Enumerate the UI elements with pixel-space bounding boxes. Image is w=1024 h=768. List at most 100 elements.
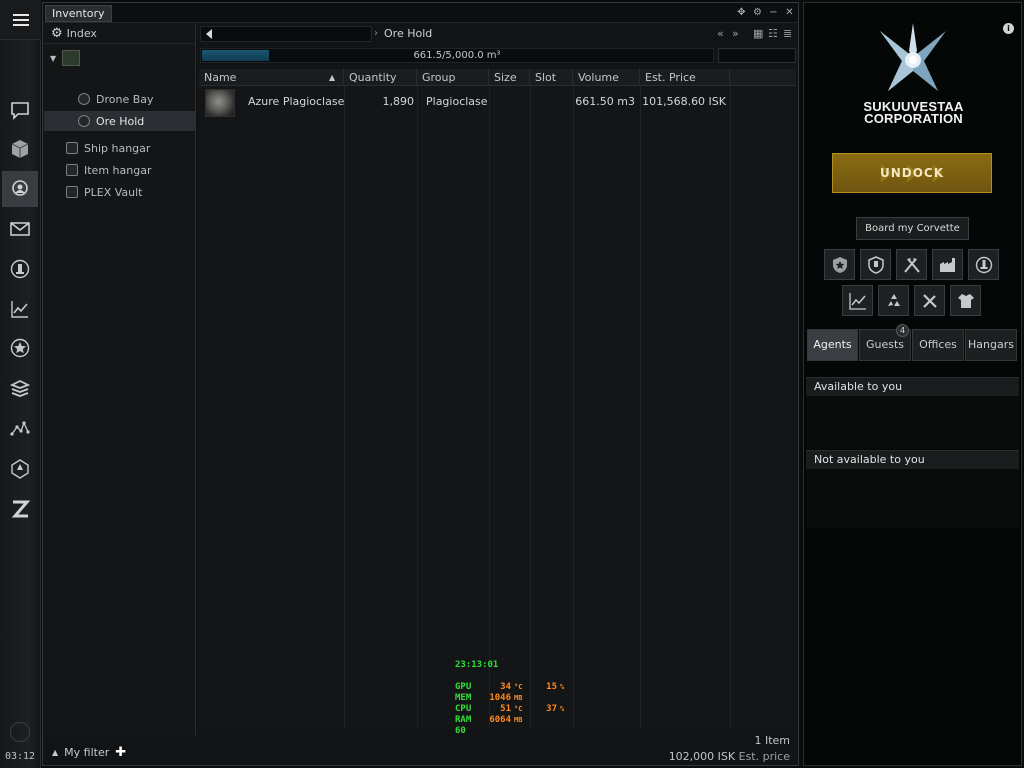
column-header-group[interactable]: Group bbox=[417, 69, 489, 86]
icon-view-icon[interactable]: ▦ bbox=[753, 27, 763, 40]
tree-item-ore-hold[interactable]: Ore Hold bbox=[44, 111, 196, 131]
available-agents-header[interactable]: Available to you bbox=[806, 377, 1019, 395]
overlay-u: °C bbox=[514, 683, 523, 691]
add-filter-icon[interactable]: ✚ bbox=[115, 745, 126, 760]
item-table: Name ▲ Quantity Group Size Slot Volume E… bbox=[199, 69, 796, 729]
overlay-row: MEM 1046 MB bbox=[455, 693, 567, 704]
mail-icon bbox=[10, 222, 30, 236]
tab-hangars[interactable]: Hangars bbox=[965, 329, 1017, 361]
azure-plagioclase-ore-icon bbox=[205, 89, 235, 117]
history-box[interactable] bbox=[200, 26, 372, 42]
minimize-icon[interactable]: − bbox=[767, 6, 780, 19]
expand-arrow-icon[interactable]: ▼ bbox=[50, 54, 56, 63]
undock-button[interactable]: › › › UNDOCK bbox=[832, 153, 992, 193]
recycle-icon bbox=[887, 293, 900, 306]
cell-group: Plagioclase bbox=[426, 95, 488, 108]
column-header-quantity[interactable]: Quantity bbox=[344, 69, 417, 86]
menu-icon bbox=[12, 13, 29, 26]
column-header-est-price[interactable]: Est. Price bbox=[640, 69, 730, 86]
ship-icon bbox=[62, 50, 81, 66]
sort-asc-icon: ▲ bbox=[329, 73, 336, 82]
column-header-size[interactable]: Size bbox=[489, 69, 530, 86]
clone-bay-icon bbox=[975, 256, 992, 273]
info-icon[interactable]: i bbox=[1003, 23, 1014, 34]
column-header-name[interactable]: Name ▲ bbox=[199, 69, 344, 86]
inventory-button[interactable] bbox=[2, 131, 38, 167]
tab-offices[interactable]: Offices bbox=[912, 329, 964, 361]
neocom-sidebar: 03:12 bbox=[0, 0, 41, 768]
column-header-slot[interactable]: Slot bbox=[530, 69, 573, 86]
pin-icon[interactable]: ✥ bbox=[735, 6, 748, 19]
corp-logo bbox=[880, 23, 946, 91]
industry-button[interactable] bbox=[2, 251, 38, 287]
agency-button[interactable] bbox=[2, 330, 38, 366]
overlay-v: 51 bbox=[500, 704, 511, 714]
skills-button[interactable] bbox=[2, 371, 38, 407]
fitting-button[interactable] bbox=[2, 451, 38, 487]
market-chart-icon bbox=[848, 292, 866, 310]
board-ship-button[interactable]: Board my Corvette bbox=[856, 217, 969, 240]
tree-item-label: Ore Hold bbox=[96, 114, 145, 128]
market-button[interactable] bbox=[2, 291, 38, 327]
cell-quantity: 1,890 bbox=[382, 95, 415, 108]
tree-item-label: Ship hangar bbox=[84, 141, 151, 155]
window-title-tab[interactable]: Inventory bbox=[45, 5, 112, 22]
tree-item-item-hangar[interactable]: Item hangar bbox=[66, 160, 196, 180]
service-fitting[interactable] bbox=[914, 285, 945, 316]
shield-icon bbox=[867, 255, 884, 274]
tree-item-ship-hangar[interactable]: Ship hangar bbox=[66, 138, 196, 158]
tree-item-plex-vault[interactable]: PLEX Vault bbox=[66, 182, 196, 202]
collapse-arrow-icon[interactable]: ▲ bbox=[52, 748, 58, 757]
overlay-k: 60 bbox=[455, 726, 466, 736]
service-industry[interactable] bbox=[932, 249, 963, 280]
filter-label: My filter bbox=[64, 745, 110, 759]
history-forward-icon[interactable]: » bbox=[732, 27, 739, 40]
guests-count-badge: 4 bbox=[896, 324, 909, 337]
z-button[interactable] bbox=[2, 491, 38, 527]
column-header-volume[interactable]: Volume bbox=[573, 69, 640, 86]
gear-icon[interactable]: ⚙ bbox=[51, 26, 63, 41]
mail-button[interactable] bbox=[2, 211, 38, 247]
index-header[interactable]: ⚙ Index bbox=[44, 24, 196, 44]
search-input[interactable] bbox=[718, 48, 796, 63]
history-back-icon[interactable]: « bbox=[717, 27, 724, 40]
hardware-monitor-overlay: 23:13:01 GPU 34 °C 15% MEM 1046 MB CPU 51 °C 37% RA… bbox=[455, 660, 567, 737]
cell-name: Azure Plagioclase bbox=[248, 95, 345, 108]
list-view-icon[interactable]: ≣ bbox=[783, 27, 792, 40]
tree-ship-node[interactable]: ▼ bbox=[44, 48, 81, 68]
wrench-screwdriver-icon bbox=[922, 293, 937, 308]
overlay-row: 60 bbox=[455, 726, 567, 737]
available-agents-list bbox=[806, 395, 1019, 449]
back-arrow-icon[interactable] bbox=[206, 29, 212, 39]
cell-est-price: 101,568.60 ISK bbox=[642, 95, 726, 108]
map-icon bbox=[10, 421, 30, 436]
item-hangar-icon bbox=[66, 164, 78, 176]
tree-item-drone-bay[interactable]: Drone Bay bbox=[78, 89, 196, 109]
overlay-time: 23:13:01 bbox=[455, 660, 499, 670]
ship-hangar-icon bbox=[66, 142, 78, 154]
service-character-customization[interactable] bbox=[950, 285, 981, 316]
close-icon[interactable]: ✕ bbox=[783, 6, 796, 19]
unavailable-agents-header[interactable]: Not available to you bbox=[806, 450, 1019, 468]
neocom-menu-button[interactable] bbox=[0, 0, 41, 40]
shirt-icon bbox=[957, 293, 974, 308]
overlay-row: RAM 6064 MB bbox=[455, 715, 567, 726]
details-view-icon[interactable]: ☷ bbox=[768, 27, 778, 40]
window-settings-icon[interactable]: ⚙ bbox=[751, 6, 764, 19]
window-header[interactable]: Inventory ✥ ⚙ − ✕ bbox=[43, 3, 798, 23]
industry-icon bbox=[10, 259, 30, 279]
service-repair-shop[interactable] bbox=[896, 249, 927, 280]
chat-button[interactable] bbox=[2, 92, 38, 128]
service-security-office[interactable] bbox=[824, 249, 855, 280]
service-reprocessing[interactable] bbox=[878, 285, 909, 316]
service-clone-bay[interactable] bbox=[968, 249, 999, 280]
map-button[interactable] bbox=[2, 411, 38, 447]
service-insurance[interactable] bbox=[860, 249, 891, 280]
chat-icon bbox=[11, 102, 29, 120]
filter-bar[interactable]: ▲ My filter ✚ bbox=[44, 739, 196, 765]
tab-agents[interactable]: Agents bbox=[807, 329, 858, 361]
item-count: 1 Item bbox=[754, 734, 790, 747]
search-button[interactable] bbox=[2, 171, 38, 207]
service-market[interactable] bbox=[842, 285, 873, 316]
tree-item-label: PLEX Vault bbox=[84, 185, 143, 199]
